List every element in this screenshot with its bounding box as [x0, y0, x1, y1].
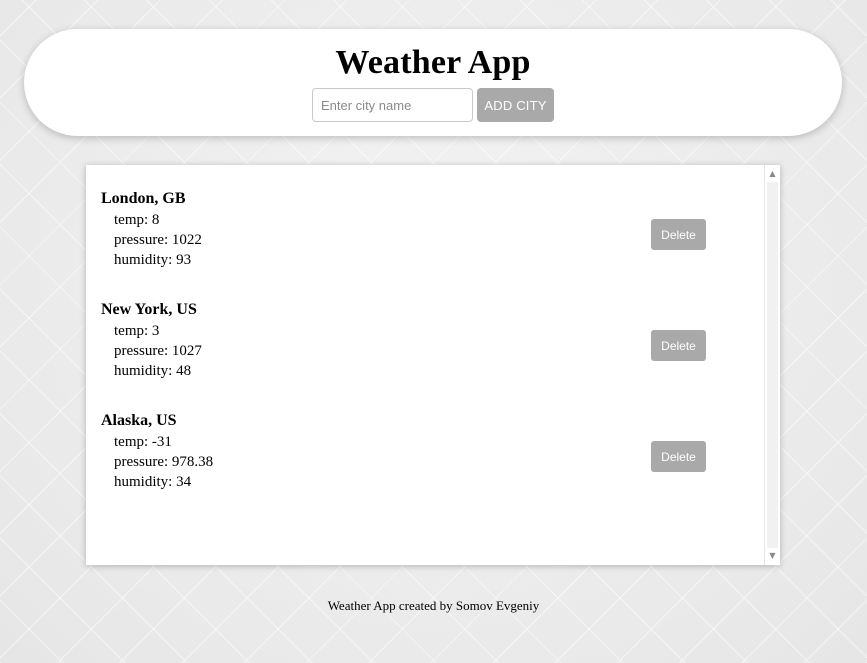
city-card-alaska: Alaska, US temp: -31 pressure: 978.38 hu…: [101, 397, 721, 490]
cities-panel[interactable]: London, GB temp: 8 pressure: 1022 humidi…: [86, 165, 780, 565]
delete-city-button[interactable]: Delete: [651, 441, 706, 472]
delete-city-button[interactable]: Delete: [651, 330, 706, 361]
city-name-input[interactable]: [312, 88, 473, 122]
city-card-new-york: New York, US temp: 3 pressure: 1027 humi…: [101, 286, 721, 379]
city-temp: temp: 8: [114, 212, 160, 228]
cities-list: London, GB temp: 8 pressure: 1022 humidi…: [86, 165, 764, 565]
vertical-scrollbar[interactable]: ▲ ▼: [764, 165, 780, 565]
city-card-london: London, GB temp: 8 pressure: 1022 humidi…: [101, 175, 721, 268]
city-pressure: pressure: 1022: [114, 232, 202, 248]
city-name: New York, US: [101, 301, 197, 318]
delete-city-button[interactable]: Delete: [651, 219, 706, 250]
city-name: Alaska, US: [101, 412, 177, 429]
app-header: Weather App ADD CITY: [24, 29, 842, 136]
city-pressure: pressure: 978.38: [114, 454, 214, 470]
city-humidity: humidity: 93: [114, 252, 192, 268]
city-name: London, GB: [101, 190, 186, 207]
scroll-down-arrow-icon[interactable]: ▼: [765, 548, 780, 564]
city-humidity: humidity: 34: [114, 474, 192, 490]
city-temp: temp: -31: [114, 434, 172, 450]
scroll-up-arrow-icon[interactable]: ▲: [765, 166, 780, 182]
city-temp: temp: 3: [114, 323, 160, 339]
city-humidity: humidity: 48: [114, 363, 192, 379]
scroll-track[interactable]: [767, 182, 778, 548]
add-city-button[interactable]: ADD CITY: [477, 88, 554, 122]
footer-credit: Weather App created by Somov Evgeniy: [327, 598, 540, 613]
city-pressure: pressure: 1027: [114, 343, 202, 359]
app-title: Weather App: [335, 44, 531, 81]
